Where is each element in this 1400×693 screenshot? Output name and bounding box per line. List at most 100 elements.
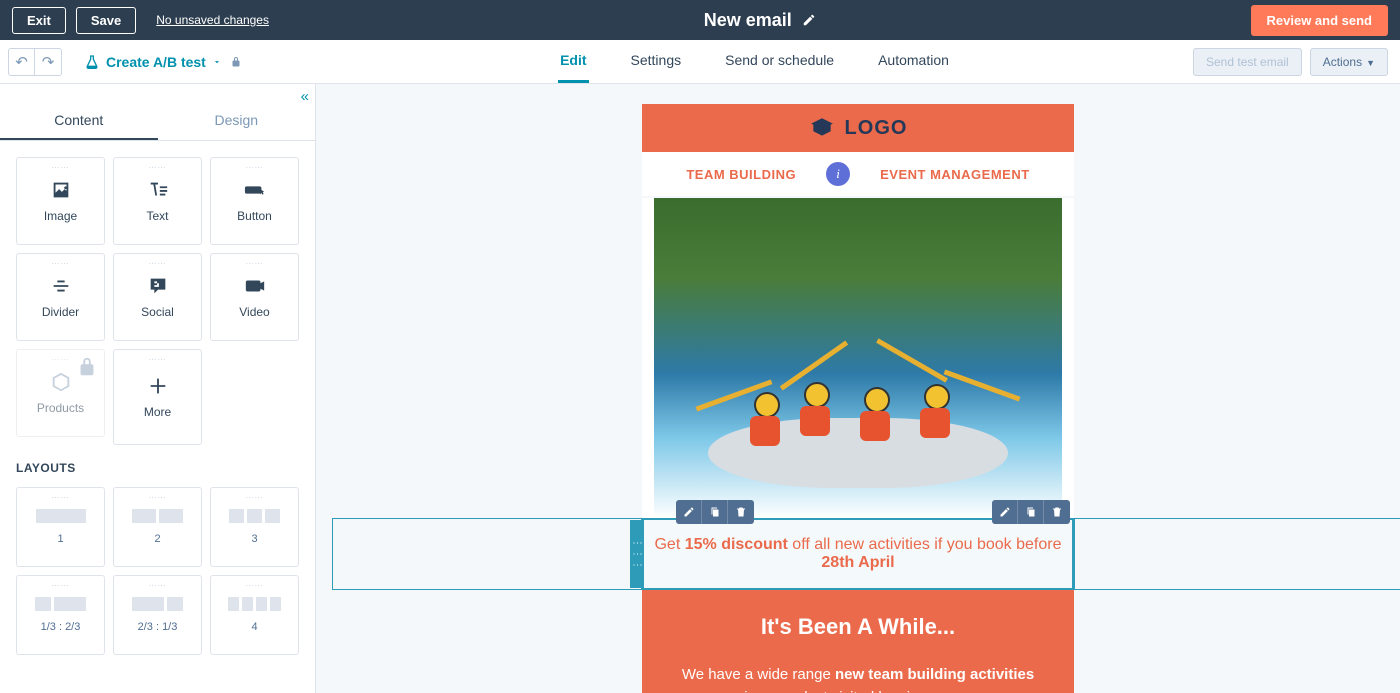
tile-products: ⋯⋯ Products — [16, 349, 105, 437]
collapse-sidebar-button[interactable]: « — [301, 88, 309, 105]
review-send-button[interactable]: Review and send — [1251, 5, 1388, 36]
layout-2col[interactable]: ⋯⋯ 2 — [113, 487, 202, 567]
email-title[interactable]: New email — [269, 10, 1251, 31]
redo-button[interactable]: ↷ — [35, 49, 61, 75]
layout-label: 1/3 : 2/3 — [41, 621, 81, 633]
row-guide-left — [332, 518, 642, 590]
pencil-icon — [999, 506, 1011, 518]
hero-image[interactable] — [654, 198, 1062, 518]
ab-test-label: Create A/B test — [106, 54, 206, 70]
chevron-down-icon — [212, 57, 222, 67]
layout-1-2[interactable]: ⋯⋯ 1/3 : 2/3 — [16, 575, 105, 655]
sidebar-tabs: Content Design — [0, 102, 315, 141]
row-guide-right — [1074, 518, 1400, 590]
logo-text: LOGO — [845, 117, 908, 140]
caret-down-icon: ▼ — [1366, 58, 1375, 68]
tile-button[interactable]: ⋯⋯ Button — [210, 157, 299, 245]
discount-text: Get 15% discount off all new activities … — [654, 536, 1062, 572]
text-icon — [147, 179, 169, 201]
row-clone-button[interactable] — [702, 500, 728, 524]
module-edit-button[interactable] — [992, 500, 1018, 524]
row-edit-button[interactable] — [676, 500, 702, 524]
lock-icon — [230, 56, 242, 68]
tab-settings[interactable]: Settings — [629, 40, 684, 83]
trash-icon — [1051, 506, 1063, 518]
module-delete-button[interactable] — [1044, 500, 1070, 524]
tile-label: Products — [37, 401, 84, 415]
exit-button[interactable]: Exit — [12, 7, 66, 34]
topbar-right: Review and send — [1251, 5, 1388, 36]
main-tabs: Edit Settings Send or schedule Automatio… — [316, 40, 1193, 83]
tile-label: Video — [239, 305, 269, 319]
flask-icon — [84, 54, 100, 70]
edit-title-icon[interactable] — [802, 13, 816, 27]
module-clone-button[interactable] — [1018, 500, 1044, 524]
email-canvas[interactable]: LOGO TEAM BUILDING i EVENT MANAGEMENT — [316, 84, 1400, 693]
products-icon — [50, 371, 72, 393]
body-paragraph: We have a wide range new team building a… — [672, 664, 1044, 693]
tab-edit[interactable]: Edit — [558, 40, 588, 83]
video-icon — [244, 275, 266, 297]
text-fragment: new team building activities — [835, 666, 1034, 683]
tile-text[interactable]: ⋯⋯ Text — [113, 157, 202, 245]
text-fragment: since you last visited logoipsum.com — [737, 689, 980, 693]
text-fragment: off all new activities if you book befor… — [788, 536, 1062, 553]
left-sidebar: « Content Design ⋯⋯ Image ⋯⋯ Text ⋯⋯ But… — [0, 84, 316, 693]
layout-2-1[interactable]: ⋯⋯ 2/3 : 1/3 — [113, 575, 202, 655]
text-fragment: 15% discount — [685, 536, 788, 553]
button-icon — [244, 179, 266, 201]
tile-divider[interactable]: ⋯⋯ Divider — [16, 253, 105, 341]
text-fragment: 28th April — [821, 554, 894, 571]
tile-label: Divider — [42, 305, 79, 319]
tab-send-schedule[interactable]: Send or schedule — [723, 40, 836, 83]
tile-label: Text — [146, 209, 168, 223]
discount-text-module[interactable]: ⋮⋮⋮ Get 15% discount off all new activit… — [642, 518, 1074, 590]
sub-bar: ↶ ↷ Create A/B test Edit Settings Send o… — [0, 40, 1400, 84]
tile-more[interactable]: ⋯⋯ More — [113, 349, 202, 445]
copy-icon — [709, 506, 721, 518]
divider-icon — [50, 275, 72, 297]
tile-label: Social — [141, 305, 174, 319]
social-icon — [147, 275, 169, 297]
newsletter-header[interactable]: LOGO — [642, 104, 1074, 152]
nav-event-management[interactable]: EVENT MANAGEMENT — [880, 167, 1030, 182]
drag-handle[interactable]: ⋮⋮⋮ — [630, 520, 644, 588]
layout-1col[interactable]: ⋯⋯ 1 — [16, 487, 105, 567]
save-button[interactable]: Save — [76, 7, 136, 34]
content-tiles: ⋯⋯ Image ⋯⋯ Text ⋯⋯ Button ⋯⋯ Divider ⋯⋯… — [0, 141, 315, 461]
pencil-icon — [683, 506, 695, 518]
image-icon — [50, 179, 72, 201]
info-icon[interactable]: i — [826, 162, 850, 186]
layout-label: 2/3 : 1/3 — [138, 621, 178, 633]
create-ab-test-link[interactable]: Create A/B test — [84, 54, 222, 70]
newsletter-preview: LOGO TEAM BUILDING i EVENT MANAGEMENT — [642, 104, 1074, 693]
sidebar-tab-content[interactable]: Content — [0, 102, 158, 140]
selected-block-row[interactable]: ⋮⋮⋮ Get 15% discount off all new activit… — [642, 518, 1074, 590]
layout-3col[interactable]: ⋯⋯ 3 — [210, 487, 299, 567]
newsletter-nav[interactable]: TEAM BUILDING i EVENT MANAGEMENT — [642, 152, 1074, 198]
actions-dropdown[interactable]: Actions ▼ — [1310, 48, 1388, 76]
actions-label: Actions — [1323, 55, 1362, 69]
logo-icon — [809, 115, 835, 141]
row-delete-button[interactable] — [728, 500, 754, 524]
tile-image[interactable]: ⋯⋯ Image — [16, 157, 105, 245]
unsaved-changes-link[interactable]: No unsaved changes — [156, 13, 269, 27]
undo-button[interactable]: ↶ — [9, 49, 35, 75]
text-fragment: Get — [654, 536, 684, 553]
row-toolbar — [676, 500, 754, 524]
subbar-left: ↶ ↷ Create A/B test — [0, 48, 316, 76]
newsletter-body[interactable]: It's Been A While... We have a wide rang… — [642, 590, 1074, 693]
copy-icon — [1025, 506, 1037, 518]
tab-automation[interactable]: Automation — [876, 40, 951, 83]
layout-4col[interactable]: ⋯⋯ 4 — [210, 575, 299, 655]
email-title-text: New email — [704, 10, 792, 31]
tile-social[interactable]: ⋯⋯ Social — [113, 253, 202, 341]
plus-icon — [147, 375, 169, 397]
undo-redo-group: ↶ ↷ — [8, 48, 62, 76]
tile-label: Button — [237, 209, 272, 223]
sidebar-tab-design[interactable]: Design — [158, 102, 316, 140]
tile-video[interactable]: ⋯⋯ Video — [210, 253, 299, 341]
tile-label: More — [144, 405, 171, 419]
layout-label: 2 — [154, 533, 160, 545]
nav-team-building[interactable]: TEAM BUILDING — [686, 167, 796, 182]
